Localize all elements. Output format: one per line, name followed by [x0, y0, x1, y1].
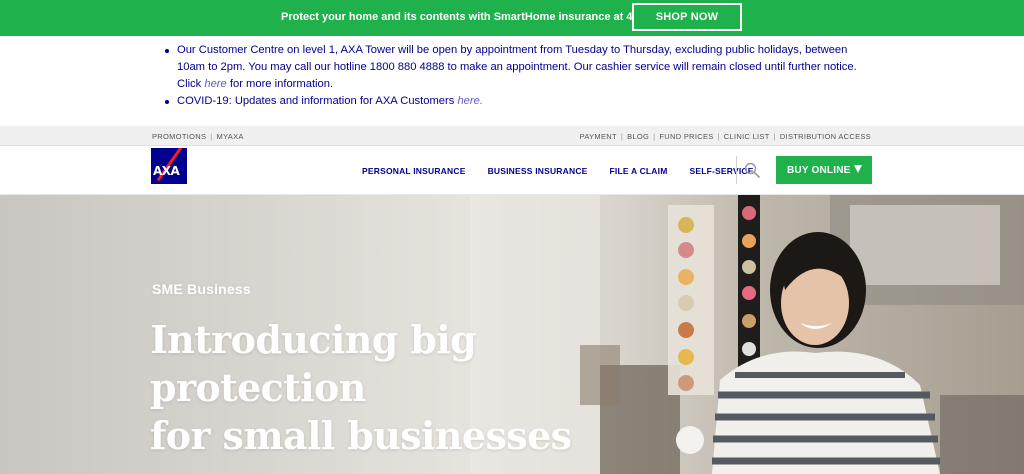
axa-logo[interactable]: AXA [151, 148, 187, 184]
utility-bar: PROMOTIONS | MYAXA PAYMENT | BLOG | FUND PRICE… [0, 126, 1024, 146]
notice-text-tail: for more information. [226, 78, 334, 90]
nav-links: PERSONAL INSURANCE BUSINESS INSURANCE FI… [362, 166, 754, 176]
promo-text: Protect your home and its contents with … [281, 11, 669, 23]
notice-list: Our Customer Centre on level 1, AXA Towe… [165, 42, 877, 110]
hero-title-line: protection [150, 365, 366, 410]
hero-title-line: Introducing big [150, 317, 477, 362]
utility-left-links: PROMOTIONS | MYAXA [152, 132, 244, 141]
logo-text: AXA [153, 164, 180, 178]
main-navigation: AXA PERSONAL INSURANCE BUSINESS INSURANC… [0, 146, 1024, 195]
hero-title-line: for small businesses [150, 413, 572, 458]
promo-banner: Protect your home and its contents with … [0, 0, 1024, 36]
utility-right-links: PAYMENT | BLOG | FUND PRICES | CLINIC LIST | DIS… [579, 132, 871, 141]
hero-eyebrow: SME Business [152, 281, 251, 297]
caret-down-icon [854, 165, 862, 173]
notice-here-link[interactable]: here [204, 78, 226, 90]
hero-title: Introducing big protection for small bus… [150, 316, 610, 460]
clinic-list-link[interactable]: CLINIC LIST [724, 132, 770, 141]
blog-link[interactable]: BLOG [627, 132, 649, 141]
covid-here-link[interactable]: here. [457, 95, 483, 107]
notice-item-customer-centre: Our Customer Centre on level 1, AXA Towe… [165, 42, 877, 93]
nav-business-insurance[interactable]: BUSINESS INSURANCE [488, 166, 588, 176]
fund-prices-link[interactable]: FUND PRICES [659, 132, 713, 141]
notice-panel: Our Customer Centre on level 1, AXA Towe… [0, 36, 1024, 126]
hero-banner: SME Business Introducing big protection … [0, 195, 1024, 474]
myaxa-link[interactable]: MYAXA [217, 132, 244, 141]
nav-file-a-claim[interactable]: FILE A CLAIM [610, 166, 668, 176]
promotions-link[interactable]: PROMOTIONS [152, 132, 206, 141]
nav-personal-insurance[interactable]: PERSONAL INSURANCE [362, 166, 466, 176]
buy-online-button[interactable]: BUY ONLINE [776, 156, 872, 184]
shop-now-button[interactable]: SHOP NOW [632, 3, 742, 31]
search-icon[interactable] [744, 162, 760, 178]
notice-text: COVID-19: Updates and information for AX… [177, 95, 458, 107]
buy-online-label: BUY ONLINE [787, 164, 851, 176]
notice-item-covid: COVID-19: Updates and information for AX… [165, 93, 877, 110]
nav-divider [736, 156, 737, 184]
distribution-access-link[interactable]: DISTRIBUTION ACCESS [780, 132, 871, 141]
payment-link[interactable]: PAYMENT [580, 132, 617, 141]
